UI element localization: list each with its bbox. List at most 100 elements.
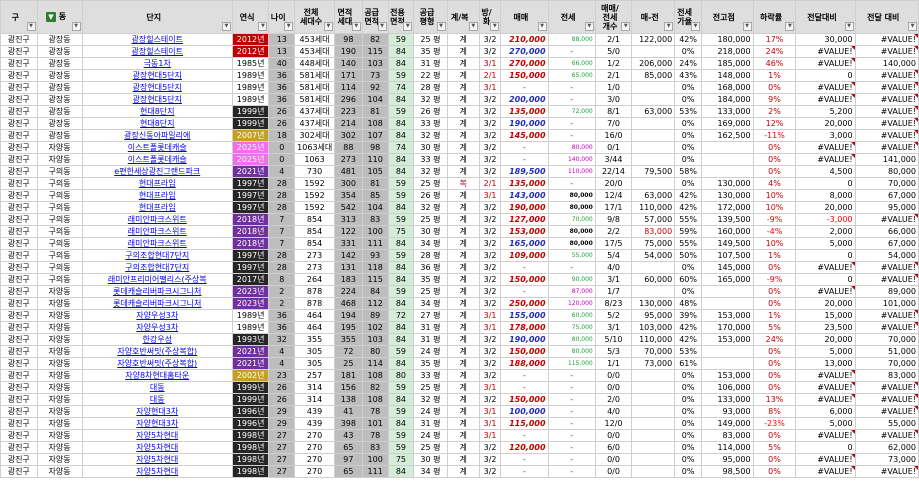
- table-cell[interactable]: 5/4: [594, 249, 633, 262]
- table-cell[interactable]: 84: [387, 93, 415, 106]
- filter-dropdown-icon[interactable]: ▼: [584, 22, 594, 31]
- table-cell[interactable]: 구의조합현대7단지: [81, 261, 233, 274]
- table-cell[interactable]: 59%: [674, 225, 703, 238]
- table-cell[interactable]: [631, 141, 676, 154]
- table-cell[interactable]: 계: [446, 429, 480, 442]
- table-cell[interactable]: 85,000: [631, 69, 676, 82]
- table-cell[interactable]: 24 평: [413, 345, 448, 358]
- table-cell[interactable]: 107,500: [701, 249, 754, 262]
- table-cell[interactable]: #VALUE!: [854, 129, 919, 142]
- table-cell[interactable]: 3/2: [478, 345, 502, 358]
- table-cell[interactable]: 59: [387, 213, 415, 226]
- table-cell[interactable]: 4/0: [594, 405, 633, 418]
- table-cell[interactable]: 210,000: [500, 33, 549, 46]
- table-cell[interactable]: 114: [333, 81, 363, 94]
- table-cell[interactable]: 398: [333, 417, 363, 430]
- table-cell[interactable]: 24 평: [413, 405, 448, 418]
- table-cell[interactable]: 1989년: [231, 321, 270, 334]
- table-cell[interactable]: 광진구: [0, 213, 38, 226]
- table-cell[interactable]: 래미안파크스위트: [81, 213, 233, 226]
- table-cell[interactable]: 16/0: [594, 129, 633, 142]
- table-cell[interactable]: 62,000: [854, 441, 919, 454]
- table-cell[interactable]: 302: [333, 129, 363, 142]
- table-cell[interactable]: 165,000: [500, 237, 549, 250]
- table-cell[interactable]: 439: [294, 417, 335, 430]
- table-cell[interactable]: 190,000: [500, 333, 549, 346]
- table-cell[interactable]: [631, 285, 676, 298]
- table-cell[interactable]: #VALUE!: [854, 93, 919, 106]
- table-cell[interactable]: [631, 405, 676, 418]
- table-cell[interactable]: 1063세대: [294, 141, 335, 154]
- table-cell[interactable]: 광진구: [0, 465, 38, 478]
- table-cell[interactable]: 190,000: [500, 201, 549, 214]
- table-cell[interactable]: 26: [268, 117, 296, 130]
- table-cell[interactable]: 74: [387, 81, 415, 94]
- table-cell[interactable]: -: [547, 177, 596, 190]
- table-cell[interactable]: 149,500: [701, 237, 754, 250]
- table-cell[interactable]: 214: [333, 117, 363, 130]
- table-cell[interactable]: 42%: [674, 321, 703, 334]
- table-cell[interactable]: 13%: [752, 393, 797, 406]
- table-cell[interactable]: 59: [387, 189, 415, 202]
- table-cell[interactable]: 84: [387, 321, 415, 334]
- table-cell[interactable]: 42%: [674, 33, 703, 46]
- column-header[interactable]: 공급 평형 ▼: [413, 0, 448, 34]
- column-header[interactable]: 전세 ▼: [547, 0, 596, 34]
- table-cell[interactable]: 3/1: [594, 321, 633, 334]
- table-cell[interactable]: 0%: [752, 465, 797, 478]
- table-cell[interactable]: 165,000: [701, 273, 754, 286]
- filter-dropdown-icon[interactable]: ▼: [284, 22, 294, 31]
- table-cell[interactable]: 60,000: [631, 273, 676, 286]
- table-cell[interactable]: 40: [268, 57, 296, 70]
- table-cell[interactable]: 23,500: [795, 321, 856, 334]
- table-cell[interactable]: 6,000: [795, 405, 856, 418]
- table-cell[interactable]: 150,000: [500, 69, 549, 82]
- table-cell[interactable]: 185,000: [701, 57, 754, 70]
- table-cell[interactable]: 110,000: [631, 201, 676, 214]
- table-cell[interactable]: 계: [446, 225, 480, 238]
- table-cell[interactable]: 계: [446, 273, 480, 286]
- table-cell[interactable]: 2018년: [231, 237, 270, 250]
- table-cell[interactable]: 0%: [674, 141, 703, 154]
- table-cell[interactable]: 광진구: [0, 453, 38, 466]
- table-cell[interactable]: 광진구: [0, 177, 38, 190]
- table-cell[interactable]: 200,000: [500, 93, 549, 106]
- table-cell[interactable]: 0: [795, 441, 856, 454]
- table-cell[interactable]: 광진구: [0, 321, 38, 334]
- table-cell[interactable]: 3/2: [478, 333, 502, 346]
- table-cell[interactable]: 0%: [674, 285, 703, 298]
- column-header[interactable]: 매매/전세 개수 ▼: [594, 0, 633, 34]
- table-cell[interactable]: 33 평: [413, 369, 448, 382]
- table-cell[interactable]: 17%: [752, 33, 797, 46]
- table-cell[interactable]: 81: [361, 105, 389, 118]
- table-cell[interactable]: 84: [387, 273, 415, 286]
- table-cell[interactable]: 27 평: [413, 309, 448, 322]
- table-cell[interactable]: 3/2: [478, 393, 502, 406]
- table-cell[interactable]: 1997년: [231, 201, 270, 214]
- table-cell[interactable]: 135,000: [500, 105, 549, 118]
- table-cell[interactable]: [701, 141, 754, 154]
- table-cell[interactable]: 302세대: [294, 129, 335, 142]
- table-cell[interactable]: 1989년: [231, 309, 270, 322]
- table-cell[interactable]: 84: [387, 201, 415, 214]
- table-cell[interactable]: 이스트폴롯데캐슬: [81, 141, 233, 154]
- table-cell[interactable]: 계: [446, 297, 480, 310]
- table-cell[interactable]: 189,500: [500, 165, 549, 178]
- table-cell[interactable]: #VALUE!: [795, 93, 856, 106]
- table-cell[interactable]: 계: [446, 165, 480, 178]
- table-cell[interactable]: -: [547, 117, 596, 130]
- table-cell[interactable]: 자양동: [36, 393, 83, 406]
- table-cell[interactable]: 145,000: [500, 129, 549, 142]
- table-cell[interactable]: 구의동: [36, 201, 83, 214]
- table-cell[interactable]: 0: [795, 249, 856, 262]
- column-header[interactable]: 전고점 ▼: [701, 0, 754, 34]
- table-cell[interactable]: 자양현대3차: [81, 405, 233, 418]
- table-cell[interactable]: 24%: [752, 45, 797, 58]
- table-cell[interactable]: 2/2: [594, 225, 633, 238]
- table-cell[interactable]: 광진구: [0, 129, 38, 142]
- table-cell[interactable]: 61%: [674, 357, 703, 370]
- table-cell[interactable]: [701, 153, 754, 166]
- column-header[interactable]: 하락률 ▼: [752, 0, 797, 34]
- table-cell[interactable]: 1/7: [594, 285, 633, 298]
- table-cell[interactable]: 계: [446, 81, 480, 94]
